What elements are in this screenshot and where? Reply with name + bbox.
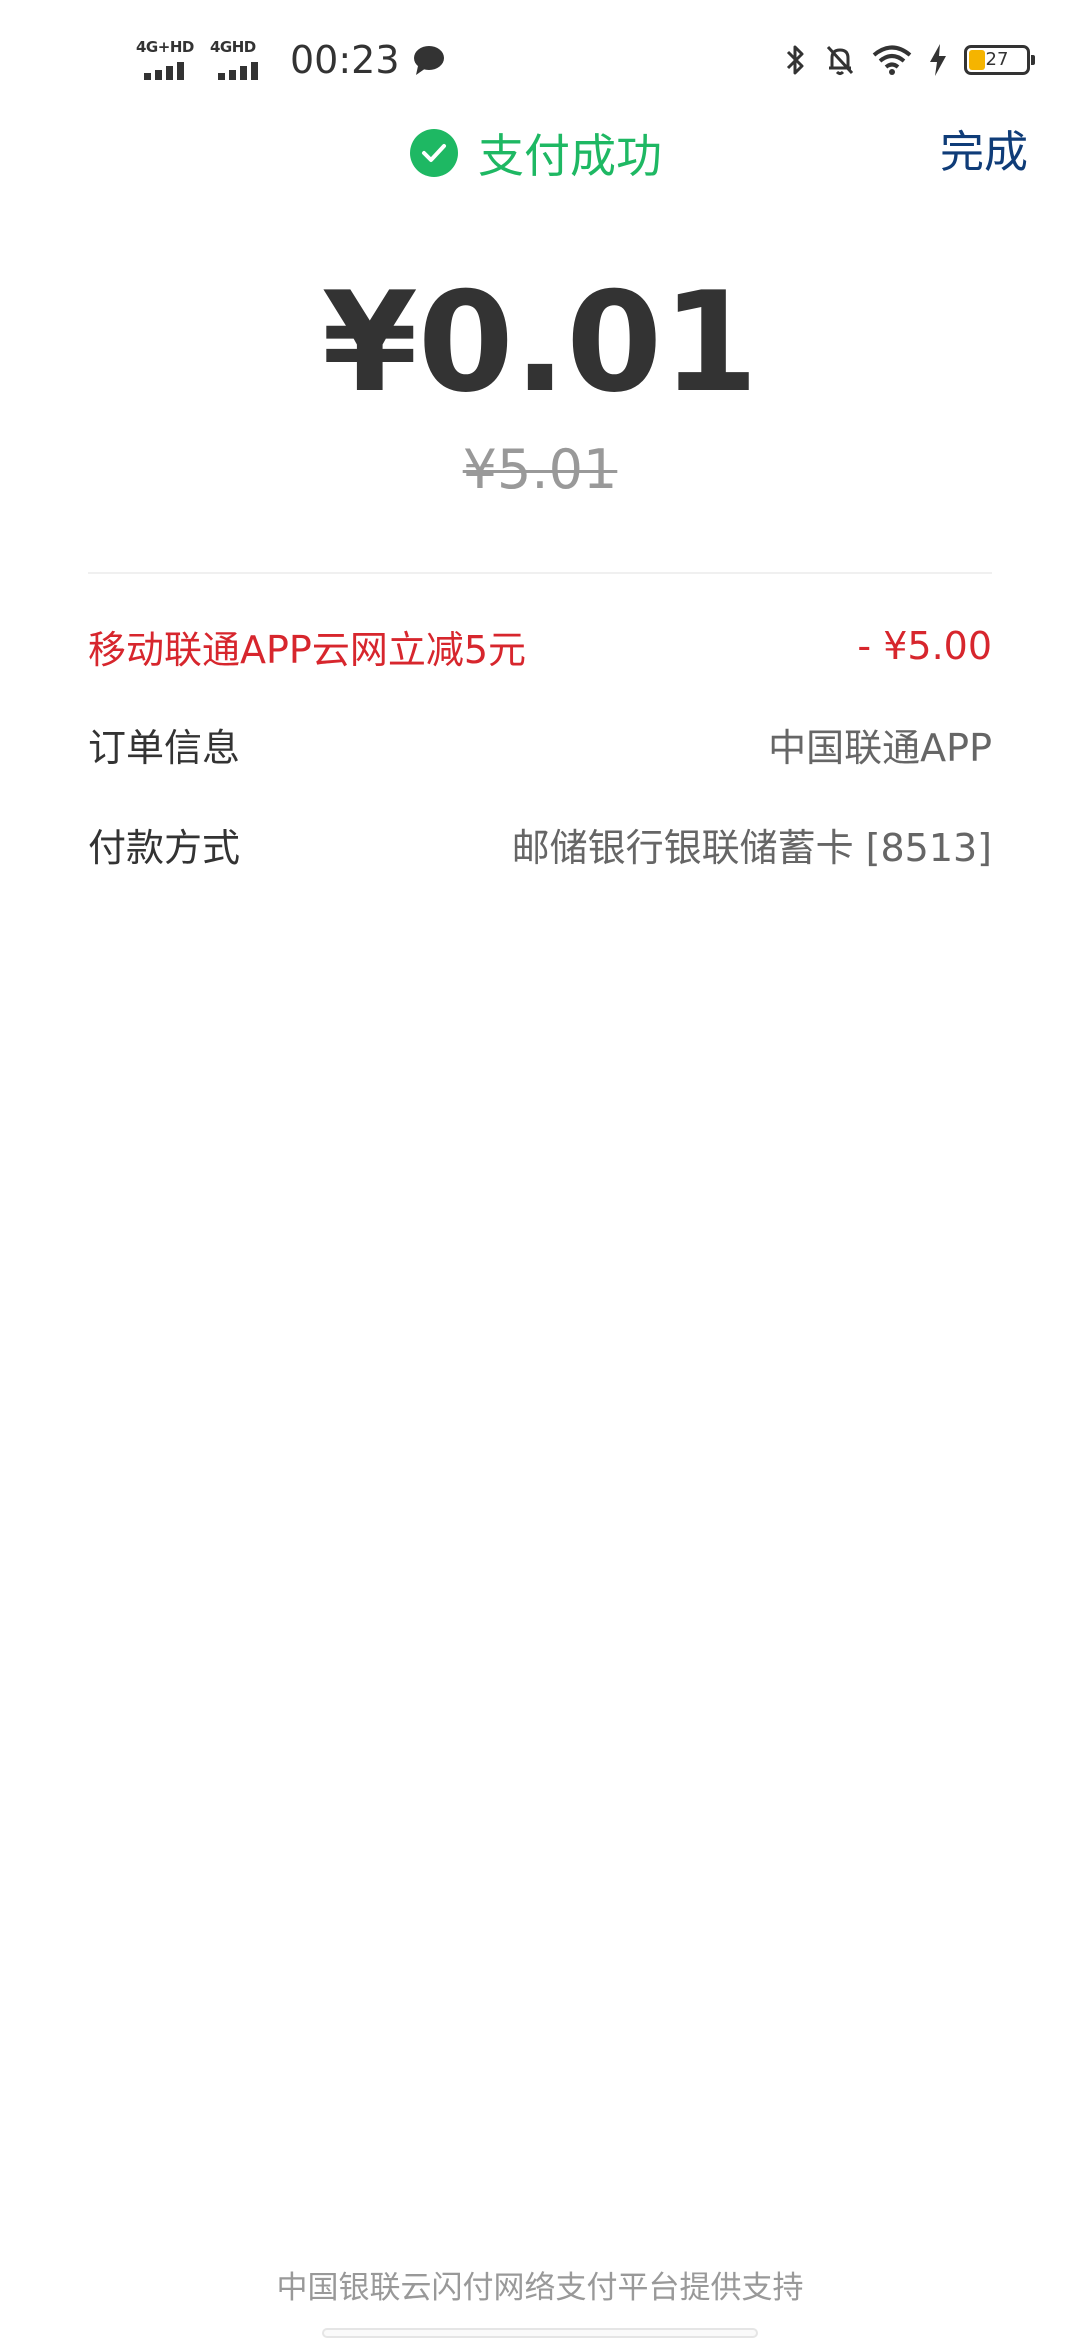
payment-result-title: 支付成功: [410, 120, 662, 186]
bluetooth-icon: [786, 45, 804, 75]
order-info-value: 中国联通APP: [768, 725, 992, 770]
payment-method-value: 邮储银行银联储蓄卡 [8513]: [511, 825, 992, 870]
payment-method-row: 付款方式 邮储银行银联储蓄卡 [8513]: [88, 814, 992, 874]
footer-support-text: 中国银联云闪付网络支付平台提供支持: [276, 2270, 804, 2306]
battery-icon: 27: [964, 45, 1035, 75]
status-bar: 4G+HD 4GHD 00:23 27: [0, 0, 1080, 120]
discount-label: 移动联通APP云网立减5元: [88, 627, 527, 672]
order-info-row: 订单信息 中国联通APP: [88, 714, 992, 774]
discount-value: - ¥5.00: [857, 624, 992, 668]
wifi-icon: [872, 45, 912, 75]
charging-bolt-icon: [930, 44, 946, 76]
sim2-signal: 4GHD: [210, 38, 272, 82]
done-button[interactable]: 完成: [940, 120, 1028, 186]
order-info-label: 订单信息: [88, 725, 241, 770]
status-right: 27: [784, 40, 1035, 80]
divider: [88, 572, 992, 574]
status-time: 00:23: [290, 38, 400, 82]
mute-bell-icon: [826, 45, 854, 75]
success-check-icon: [410, 129, 458, 177]
battery-level: 27: [985, 49, 1009, 70]
signal-bars-icon: [144, 62, 184, 80]
payment-method-label: 付款方式: [88, 825, 241, 870]
sim1-label: 4G+HD: [136, 38, 194, 56]
signal-bars-icon: [218, 62, 258, 80]
discount-row: 移动联通APP云网立减5元 - ¥5.00: [88, 616, 992, 676]
status-left: 4G+HD 4GHD 00:23: [136, 36, 446, 84]
paid-amount: ¥0.01: [321, 262, 759, 423]
sim1-signal: 4G+HD: [136, 38, 198, 82]
payment-success-text: 支付成功: [478, 129, 662, 183]
original-amount: ¥5.01: [0, 440, 1080, 500]
message-bubble-icon: [413, 46, 444, 75]
sim2-label: 4GHD: [210, 38, 256, 56]
home-indicator[interactable]: [322, 2328, 758, 2338]
header: 支付成功 完成: [0, 120, 1080, 186]
original-amount-value: ¥5.01: [462, 438, 618, 501]
